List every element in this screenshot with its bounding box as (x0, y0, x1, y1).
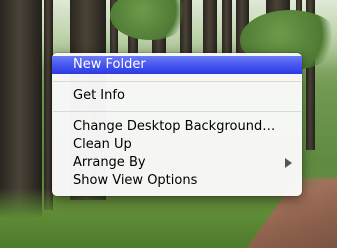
menu-separator (53, 81, 301, 82)
menu-item-label: Arrange By (73, 155, 146, 170)
chevron-right-icon (285, 158, 292, 168)
menu-item-label: Get Info (73, 88, 125, 103)
desktop-background[interactable]: New Folder Get Info Change Desktop Backg… (0, 0, 337, 248)
menu-item-change-desktop-background[interactable]: Change Desktop Background… (52, 118, 302, 136)
menu-item-get-info[interactable]: Get Info (52, 87, 302, 105)
menu-item-label: New Folder (73, 57, 146, 72)
menu-item-clean-up[interactable]: Clean Up (52, 136, 302, 154)
menu-item-label: Change Desktop Background… (73, 119, 276, 134)
context-menu: New Folder Get Info Change Desktop Backg… (52, 53, 302, 196)
tree-trunk (203, 0, 217, 60)
menu-item-new-folder[interactable]: New Folder (52, 56, 302, 74)
menu-item-arrange-by[interactable]: Arrange By (52, 154, 302, 172)
tree-trunk (222, 0, 232, 60)
menu-item-label: Show View Options (73, 173, 198, 188)
menu-separator (53, 111, 301, 112)
menu-item-label: Clean Up (73, 137, 132, 152)
menu-item-show-view-options[interactable]: Show View Options (52, 172, 302, 190)
